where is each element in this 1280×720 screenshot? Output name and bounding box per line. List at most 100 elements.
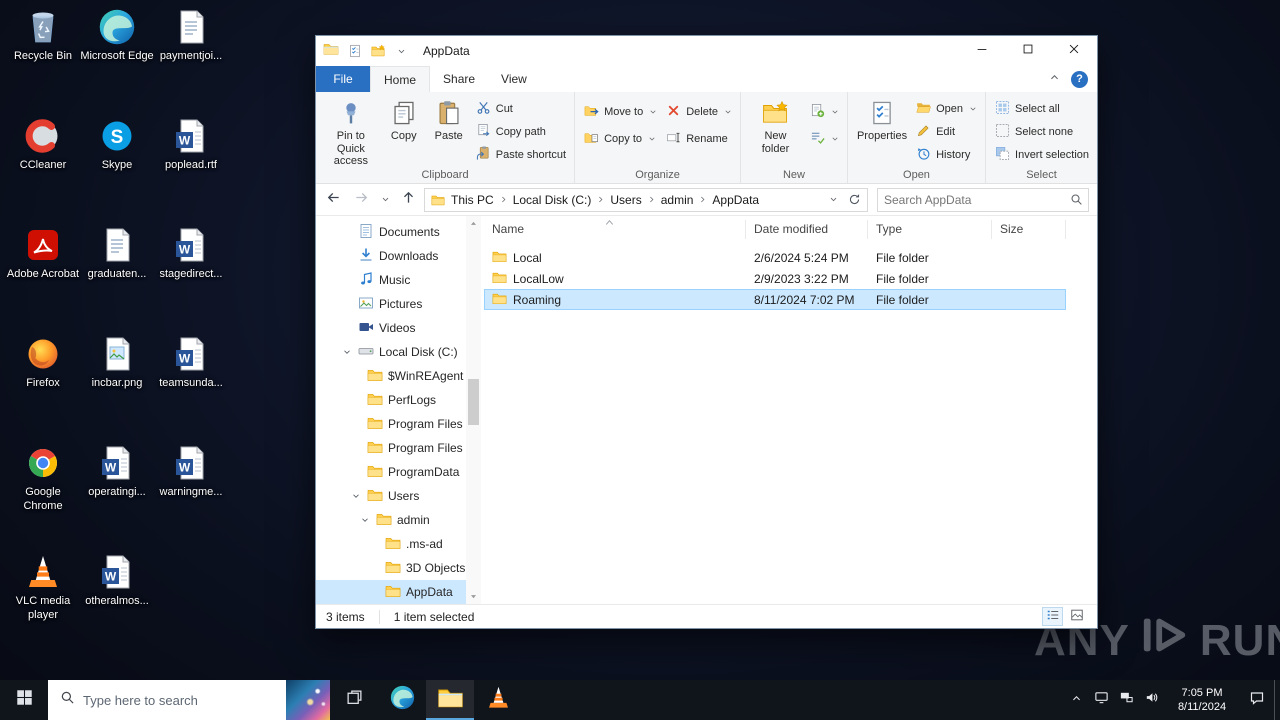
- breadcrumb-segment-this-pc[interactable]: This PC: [446, 193, 499, 207]
- collapse-ribbon-button[interactable]: [1049, 70, 1060, 88]
- nav-item-appdata[interactable]: AppData: [316, 580, 466, 604]
- breadcrumb-segment-users[interactable]: Users: [605, 193, 646, 207]
- breadcrumb-segment-local-disk-c[interactable]: Local Disk (C:): [508, 193, 597, 207]
- breadcrumb[interactable]: This PC Local Disk (C:) Users admin AppData: [424, 187, 868, 212]
- move-to-button[interactable]: Move to: [581, 103, 660, 121]
- show-desktop-button[interactable]: [1274, 680, 1280, 720]
- close-button[interactable]: [1051, 36, 1097, 66]
- taskbar-clock[interactable]: 7:05 PM 8/11/2024: [1164, 686, 1240, 715]
- select-all-button[interactable]: Select all: [992, 100, 1092, 118]
- cut-button[interactable]: Cut: [473, 100, 569, 118]
- desktop-icon-adobe-acrobat[interactable]: Adobe Acrobat: [6, 224, 80, 282]
- tab-share[interactable]: Share: [430, 66, 488, 92]
- select-none-button[interactable]: Select none: [992, 123, 1092, 141]
- desktop-icon-microsoft-edge[interactable]: Microsoft Edge: [80, 6, 154, 64]
- desktop-icon-paymentjoi[interactable]: paymentjoi...: [154, 6, 228, 64]
- desktop-icon-ccleaner[interactable]: CCleaner: [6, 115, 80, 173]
- task-view-button[interactable]: [330, 680, 378, 720]
- desktop-icon-teamsunda[interactable]: Wteamsunda...: [154, 333, 228, 391]
- column-header-name[interactable]: Name: [484, 219, 746, 239]
- nav-item-music[interactable]: Music: [316, 268, 466, 292]
- file-row-roaming[interactable]: Roaming 8/11/2024 7:02 PM File fol­der: [484, 289, 1066, 310]
- edit-button[interactable]: Edit: [913, 123, 980, 141]
- refresh-button[interactable]: [844, 189, 864, 211]
- minimize-button[interactable]: [959, 36, 1005, 66]
- tray-volume-button[interactable]: [1139, 680, 1164, 720]
- copy-path-button[interactable]: Copy path: [473, 123, 569, 141]
- nav-item-3d-objects[interactable]: 3D Objects: [316, 556, 466, 580]
- paste-shortcut-button[interactable]: Paste shortcut: [473, 146, 569, 164]
- nav-item-perflogs[interactable]: PerfLogs: [316, 388, 466, 412]
- copy-button[interactable]: Copy: [383, 95, 425, 146]
- nav-item-local-disk-c[interactable]: Local Disk (C:): [316, 340, 466, 364]
- desktop-icon-otheralmos[interactable]: Wotheralmos...: [80, 551, 154, 609]
- nav-item-pictures[interactable]: Pictures: [316, 292, 466, 316]
- nav-item-program-files[interactable]: Program Files: [316, 412, 466, 436]
- nav-item-documents[interactable]: Documents: [316, 220, 466, 244]
- properties-button[interactable]: Properties: [854, 95, 910, 146]
- open-button[interactable]: Open: [913, 100, 980, 118]
- history-button[interactable]: History: [913, 146, 980, 164]
- desktop-icon-incbar-png[interactable]: incbar.png: [80, 333, 154, 391]
- file-menu-button[interactable]: File: [316, 66, 370, 92]
- search-box[interactable]: [877, 187, 1089, 212]
- desktop-icon-google-chrome[interactable]: Google Chrome: [6, 442, 80, 514]
- address-dropdown-button[interactable]: [823, 189, 843, 211]
- expand-chevron-icon[interactable]: [358, 515, 371, 525]
- breadcrumb-segment-admin[interactable]: admin: [656, 193, 699, 207]
- details-view-button[interactable]: [1042, 607, 1063, 626]
- nav-item-users[interactable]: Users: [316, 484, 466, 508]
- desktop-icon-firefox[interactable]: Firefox: [6, 333, 80, 391]
- new-item-button[interactable]: [807, 103, 842, 121]
- nav-item-videos[interactable]: Videos: [316, 316, 466, 340]
- qat-customize-button[interactable]: [392, 42, 410, 60]
- desktop-icon-warningme[interactable]: Wwarningme...: [154, 442, 228, 500]
- action-center-button[interactable]: [1240, 680, 1274, 720]
- paste-button[interactable]: Paste: [428, 95, 470, 146]
- copy-to-button[interactable]: Copy to: [581, 130, 660, 148]
- file-row-local[interactable]: Local 2/6/2024 5:24 PM File folder: [484, 247, 1066, 268]
- search-highlight-thumbnail[interactable]: [286, 680, 330, 720]
- breadcrumb-separator-icon[interactable]: [647, 195, 656, 204]
- navigation-scrollbar[interactable]: [466, 216, 481, 604]
- taskbar-edge-button[interactable]: [378, 680, 426, 720]
- breadcrumb-separator-icon[interactable]: [499, 195, 508, 204]
- desktop-icon-skype[interactable]: S Skype: [80, 115, 154, 173]
- tray-network-button[interactable]: [1114, 680, 1139, 720]
- scroll-down-arrow[interactable]: [466, 589, 481, 604]
- desktop-icon-operatingi[interactable]: Woperatingi...: [80, 442, 154, 500]
- back-button[interactable]: [321, 187, 346, 212]
- help-button[interactable]: ?: [1071, 70, 1088, 88]
- breadcrumb-separator-icon[interactable]: [698, 195, 707, 204]
- search-input[interactable]: [878, 192, 1064, 207]
- large-icons-view-button[interactable]: [1066, 607, 1087, 626]
- column-header-size[interactable]: Size: [992, 219, 1066, 239]
- desktop-icon-poplead-rtf[interactable]: Wpoplead.rtf: [154, 115, 228, 173]
- tray-display-button[interactable]: [1089, 680, 1114, 720]
- taskbar-search[interactable]: Type here to search: [48, 680, 330, 720]
- start-button[interactable]: [0, 680, 48, 720]
- scroll-up-arrow[interactable]: [466, 216, 481, 231]
- recent-locations-button[interactable]: [377, 187, 393, 212]
- desktop-icon-vlc-media-player[interactable]: VLC media player: [6, 551, 80, 623]
- tab-view[interactable]: View: [488, 66, 540, 92]
- column-header-date-modified[interactable]: Date modified: [746, 219, 868, 239]
- column-header-type[interactable]: Type: [868, 219, 992, 239]
- maximize-button[interactable]: [1005, 36, 1051, 66]
- easy-access-button[interactable]: [807, 130, 842, 148]
- expand-chevron-icon[interactable]: [340, 347, 353, 357]
- nav-item-downloads[interactable]: Downloads: [316, 244, 466, 268]
- qat-new-folder-button[interactable]: [369, 42, 387, 60]
- qat-properties-button[interactable]: [346, 42, 364, 60]
- taskbar-explorer-button[interactable]: [426, 680, 474, 720]
- rename-button[interactable]: Rename: [663, 130, 735, 148]
- nav-item-winreagent[interactable]: $WinREAgent: [316, 364, 466, 388]
- breadcrumb-segment-appdata[interactable]: AppData: [707, 193, 764, 207]
- up-button[interactable]: [396, 187, 421, 212]
- taskbar-vlc-button[interactable]: [474, 680, 522, 720]
- desktop-icon-recycle-bin[interactable]: Recycle Bin: [6, 6, 80, 64]
- breadcrumb-separator-icon[interactable]: [596, 195, 605, 204]
- forward-button[interactable]: [349, 187, 374, 212]
- delete-button[interactable]: Delete: [663, 103, 735, 121]
- new-folder-button[interactable]: New folder: [747, 95, 804, 158]
